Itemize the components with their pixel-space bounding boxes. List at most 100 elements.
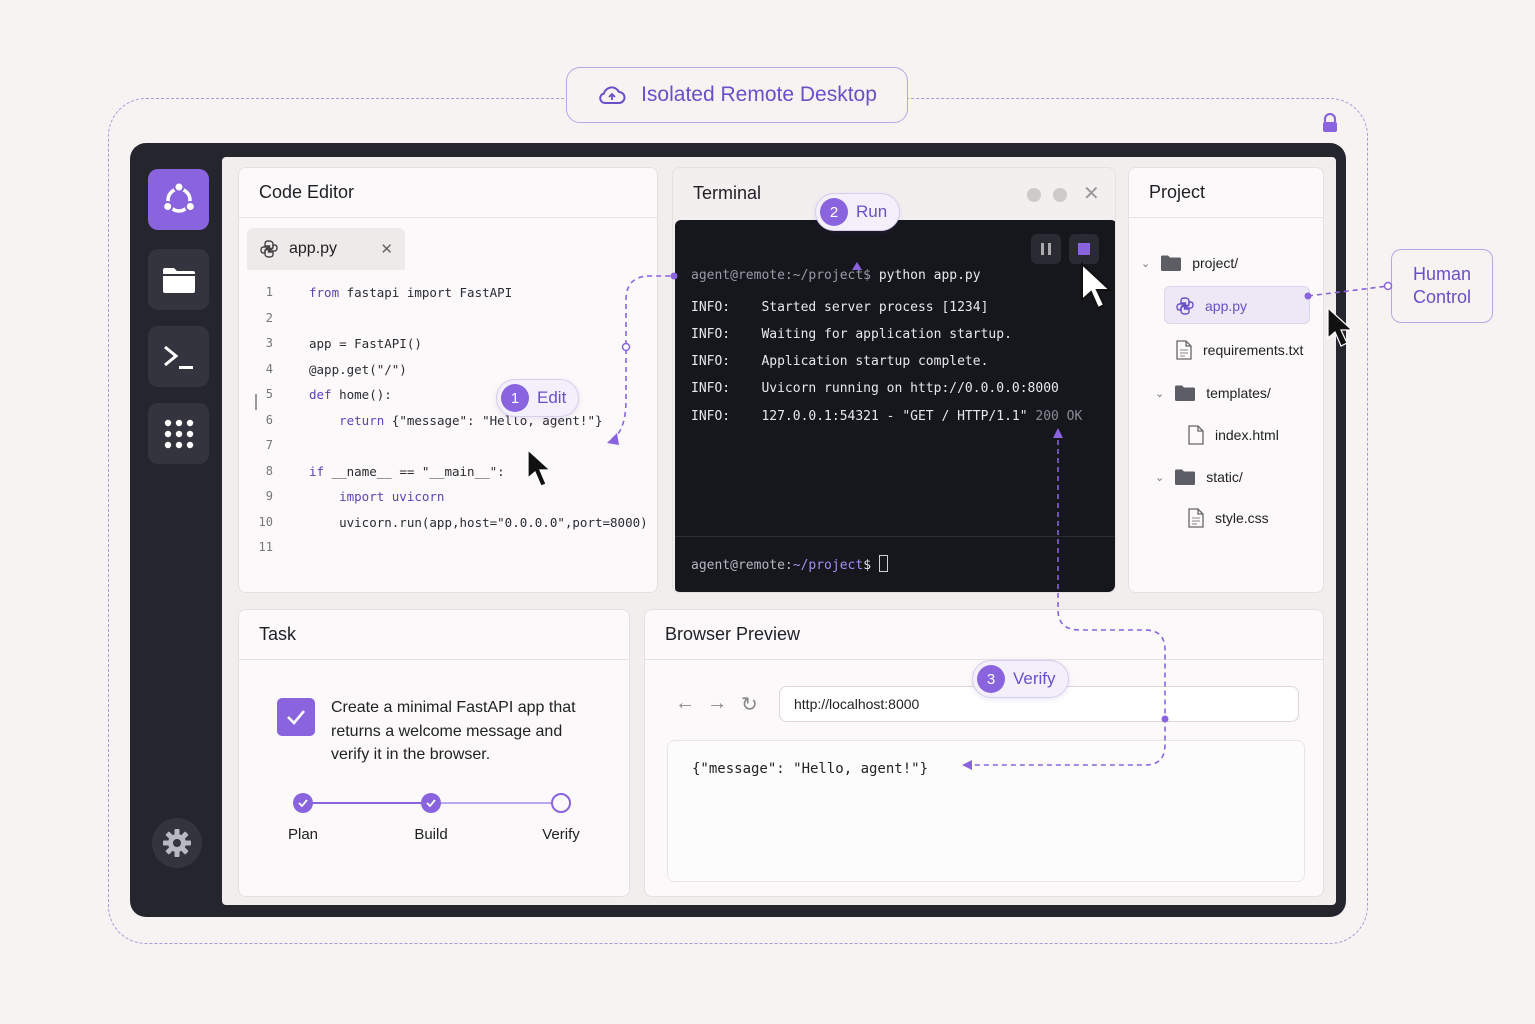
terminal-button[interactable]	[148, 326, 209, 387]
tree-file-index-html[interactable]: index.html	[1187, 425, 1279, 445]
chevron-down-icon: ⌄	[1155, 387, 1165, 400]
terminal-panel: Terminal ✕ agent@remote:~/project$ pytho…	[672, 167, 1116, 593]
tree-folder-templates[interactable]: ⌄ templates/	[1155, 384, 1271, 402]
task-panel: Task Create a minimal FastAPI app that r…	[238, 609, 630, 897]
step-number: 3	[977, 665, 1005, 693]
tree-file-app-py[interactable]: app.py	[1175, 296, 1247, 316]
workspace: Code Editor app.py ✕ 1 from fastapi impor…	[222, 157, 1336, 905]
line-number: 9	[265, 489, 273, 503]
stop-button[interactable]	[1069, 234, 1099, 264]
step-plan-done	[293, 793, 313, 813]
apps-button[interactable]	[148, 403, 209, 464]
code-line[interactable]: 5 def home():	[239, 382, 657, 408]
task-checkbox[interactable]	[277, 698, 315, 736]
code-area[interactable]: 1 from fastapi import FastAPI 2 3 app = Fast…	[239, 280, 657, 561]
tree-folder-static[interactable]: ⌄ static/	[1155, 468, 1243, 486]
desktop-window: Code Editor app.py ✕ 1 from fastapi impor…	[130, 143, 1346, 917]
code-text: uvicorn.run(app,host="0.0.0.0",port=8000…	[309, 510, 648, 536]
folder-icon	[162, 267, 195, 293]
minimize-button[interactable]	[1027, 188, 1041, 202]
forward-arrow-icon[interactable]: →	[707, 692, 727, 715]
code-line[interactable]: 7	[239, 433, 657, 459]
folder-icon	[1161, 255, 1182, 271]
code-line[interactable]: 2	[239, 306, 657, 332]
back-arrow-icon[interactable]: ←	[675, 692, 695, 715]
remote-desktop-label: Isolated Remote Desktop	[566, 67, 908, 123]
tree-label: requirements.txt	[1203, 342, 1304, 358]
command-text: python app.py	[871, 268, 981, 283]
close-icon[interactable]: ✕	[1083, 181, 1100, 206]
maximize-button[interactable]	[1053, 188, 1067, 202]
code-rest: home():	[331, 387, 392, 402]
browser-title: Browser Preview	[645, 610, 1323, 660]
editor-tabbar: app.py ✕	[239, 218, 657, 270]
output-line: INFO: 127.0.0.1:54321 - "GET / HTTP/1.1"…	[691, 409, 1082, 424]
code-text: import uvicorn	[309, 484, 444, 510]
task-description: Create a minimal FastAPI app that return…	[331, 699, 576, 763]
tab-app-py[interactable]: app.py ✕	[247, 228, 405, 270]
output-line: INFO: Uvicorn running on http://0.0.0.0:…	[691, 381, 1059, 396]
status-code: 200 OK	[1027, 409, 1083, 424]
prompt-divider	[675, 536, 1115, 537]
code-rest: fastapi import FastAPI	[339, 285, 513, 300]
task-title: Task	[239, 610, 629, 660]
code-line[interactable]: 3 app = FastAPI()	[239, 331, 657, 357]
code-rest: app = FastAPI()	[309, 336, 422, 351]
line-number: 2	[265, 310, 273, 325]
code-rest: __name__ == "__main__":	[324, 463, 505, 479]
code-line[interactable]: 11	[239, 535, 657, 561]
verify-callout: 3 Verify	[972, 660, 1069, 698]
step-number: 1	[501, 384, 529, 412]
prompt-line[interactable]: agent@remote:~/project$	[691, 555, 888, 573]
line-number: 10	[258, 514, 273, 529]
tab-label: app.py	[289, 240, 338, 257]
output-line: INFO: Application startup complete.	[691, 354, 989, 369]
step-label: Plan	[287, 826, 319, 843]
step-connector	[441, 802, 559, 804]
browser-panel: Browser Preview ← → ↻ http://localhost:8…	[644, 609, 1324, 897]
files-button[interactable]	[148, 249, 209, 310]
code-rest: {"message": "Hello, agent!"}	[384, 412, 603, 428]
tree-label: templates/	[1206, 385, 1271, 401]
run-callout: 2 Run	[815, 193, 901, 231]
tree-file-style-css[interactable]: style.css	[1187, 508, 1269, 528]
text-cursor	[878, 555, 888, 572]
ubuntu-icon	[161, 181, 196, 213]
callout-label: Edit	[537, 388, 567, 407]
page-content: {"message": "Hello, agent!"}	[667, 740, 1305, 882]
tree-folder-project[interactable]: ⌄ project/	[1141, 254, 1238, 272]
file-icon	[1176, 340, 1192, 360]
code-line[interactable]: 10 uvicorn.run(app,host="0.0.0.0",port=8…	[239, 510, 657, 536]
step-number: 2	[820, 198, 848, 226]
step-build-done	[421, 793, 441, 813]
project-title: Project	[1129, 168, 1323, 218]
settings-button[interactable]	[152, 818, 202, 868]
terminal-icon	[163, 345, 193, 369]
output-line: INFO: Waiting for application startup.	[691, 327, 1012, 342]
code-editor-panel: Code Editor app.py ✕ 1 from fastapi impor…	[238, 167, 658, 593]
reload-icon[interactable]: ↻	[741, 692, 758, 717]
terminal-output[interactable]: agent@remote:~/project$ python app.py IN…	[675, 220, 1115, 592]
code-line[interactable]: 9 import uvicorn	[239, 484, 657, 510]
tree-file-requirements[interactable]: requirements.txt	[1175, 340, 1303, 360]
tree-label: static/	[1206, 469, 1243, 485]
close-icon[interactable]: ✕	[380, 240, 393, 258]
code-line[interactable]: 6 return {"message": "Hello, agent!"}	[239, 408, 657, 434]
prompt-end: $	[863, 558, 872, 573]
checkmark-icon	[287, 710, 305, 725]
dock	[130, 143, 222, 917]
line-number: 3	[265, 336, 273, 350]
code-editor-title: Code Editor	[239, 168, 657, 218]
code-line[interactable]: 1 from fastapi import FastAPI	[239, 280, 657, 306]
project-panel: Project ⌄ project/ app.py requirements.t…	[1128, 167, 1324, 593]
line-number: 7	[265, 438, 273, 452]
code-line[interactable]: 8 if __name__ == "__main__":	[239, 459, 657, 485]
code-text: @app.get("/")	[309, 357, 407, 383]
ubuntu-logo-button[interactable]	[148, 169, 209, 230]
code-line[interactable]: 4 @app.get("/")	[239, 357, 657, 383]
chevron-down-icon: ⌄	[1155, 471, 1165, 484]
json-response: {"message": "Hello, agent!"}	[692, 761, 929, 777]
line-number: 6	[265, 412, 273, 427]
code-text: from fastapi import FastAPI	[309, 280, 512, 306]
pause-button[interactable]	[1031, 234, 1061, 264]
